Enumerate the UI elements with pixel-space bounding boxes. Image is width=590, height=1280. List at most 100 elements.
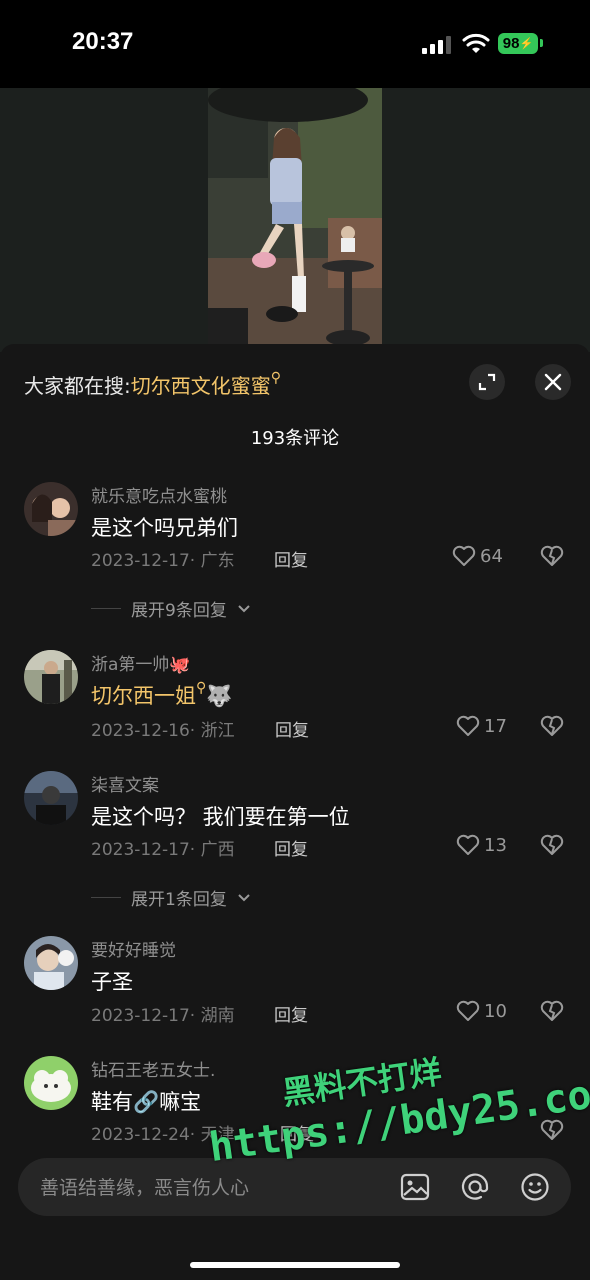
home-indicator[interactable] bbox=[190, 1262, 400, 1268]
octopus-emoji: 🐙 bbox=[169, 655, 191, 675]
smiley-icon bbox=[521, 1173, 549, 1201]
avatar[interactable] bbox=[24, 1056, 78, 1110]
comment-input[interactable] bbox=[38, 1158, 382, 1218]
battery-indicator: 98 ⚡ bbox=[498, 33, 538, 54]
comment-meta: 2023-12-16· 浙江 bbox=[91, 721, 235, 741]
like-button[interactable]: 64 bbox=[452, 545, 503, 567]
comment-text: 子圣 bbox=[91, 970, 133, 994]
comment-text: 鞋有🔗嘛宝 bbox=[91, 1090, 202, 1114]
comment-text: 是这个吗兄弟们 bbox=[91, 516, 238, 540]
at-sign-icon bbox=[461, 1173, 489, 1200]
comment-location: 湖南 bbox=[200, 1006, 235, 1026]
expand-icon bbox=[478, 373, 496, 391]
comment-text-keyword[interactable]: 切尔西一姐 bbox=[91, 684, 196, 708]
comment-date: 2023-12-16 bbox=[91, 721, 190, 741]
search-suggestion[interactable]: 大家都在搜:切尔西文化蜜蜜⚲ bbox=[24, 370, 281, 399]
avatar[interactable] bbox=[24, 482, 78, 536]
heart-icon bbox=[456, 715, 480, 736]
comment-date: 2023-12-17 bbox=[91, 1006, 190, 1026]
video-thumbnail[interactable] bbox=[208, 88, 382, 352]
expand-replies-button[interactable]: 展开9条回复 bbox=[91, 596, 251, 621]
comment-meta: 2023-12-17· 湖南 bbox=[91, 1006, 235, 1026]
cellular-signal-icon bbox=[422, 36, 451, 54]
comment-meta: 2023-12-17· 广东 bbox=[91, 551, 235, 571]
comment-item: 就乐意吃点水蜜桃 是这个吗兄弟们 2023-12-17· 广东 回复 64 展开… bbox=[0, 482, 590, 621]
comment-username-text: 浙a第一帅 bbox=[91, 655, 170, 675]
video-preview[interactable] bbox=[0, 88, 590, 352]
comment-text: 是这个吗？ 我们要在第一位 bbox=[91, 805, 350, 829]
dislike-button[interactable] bbox=[540, 1000, 564, 1026]
comment-meta: 2023-12-17· 广西 bbox=[91, 840, 235, 860]
expand-replies-button[interactable]: 展开1条回复 bbox=[91, 885, 251, 910]
comment-input-container[interactable] bbox=[18, 1158, 571, 1218]
search-icon: ⚲ bbox=[196, 680, 207, 696]
comment-location: 天津 bbox=[200, 1125, 235, 1144]
dislike-button[interactable] bbox=[540, 834, 564, 860]
battery-level: 98 bbox=[502, 35, 520, 52]
image-icon bbox=[400, 1173, 430, 1201]
comment-item: 浙a第一帅🐙 切尔西一姐⚲🐺 2023-12-16· 浙江 回复 17 bbox=[0, 650, 590, 741]
reply-button[interactable]: 回复 bbox=[274, 546, 308, 571]
battery-tip bbox=[540, 39, 543, 47]
dislike-button[interactable] bbox=[540, 545, 564, 571]
comment-username[interactable]: 就乐意吃点水蜜桃 bbox=[91, 482, 227, 507]
dislike-button[interactable] bbox=[540, 715, 564, 741]
reply-button[interactable]: 回复 bbox=[274, 835, 308, 860]
comment-count: 193条评论 bbox=[250, 428, 340, 449]
dislike-button[interactable] bbox=[540, 1119, 564, 1144]
heart-icon bbox=[456, 1000, 480, 1021]
comment-username[interactable]: 要好好睡觉 bbox=[91, 936, 176, 961]
avatar[interactable] bbox=[24, 650, 78, 704]
comment-text[interactable]: 切尔西一姐⚲🐺 bbox=[91, 680, 232, 710]
comment-item: 钻石王老五女士. 鞋有🔗嘛宝 2023-12-24· 天津 回复 bbox=[0, 1056, 590, 1144]
avatar[interactable] bbox=[24, 771, 78, 825]
broken-heart-icon bbox=[540, 715, 564, 736]
fullscreen-button[interactable] bbox=[469, 364, 505, 400]
comment-location: 广东 bbox=[200, 551, 235, 571]
emoji-button[interactable] bbox=[518, 1170, 552, 1204]
comment-item: 要好好睡觉 子圣 2023-12-17· 湖南 回复 10 bbox=[0, 936, 590, 1026]
broken-heart-icon bbox=[540, 834, 564, 855]
like-count: 13 bbox=[484, 834, 507, 856]
comment-input-bar bbox=[0, 1144, 590, 1280]
comment-date: 2023-12-17 bbox=[91, 840, 190, 860]
comment-meta: 2023-12-24· 天津 bbox=[91, 1125, 235, 1144]
comment-username[interactable]: 浙a第一帅🐙 bbox=[91, 650, 191, 675]
comment-date: 2023-12-17 bbox=[91, 551, 190, 571]
comment-username[interactable]: 柒喜文案 bbox=[91, 771, 159, 796]
search-suggestion-keyword[interactable]: 切尔西文化蜜蜜 bbox=[131, 374, 271, 398]
image-button[interactable] bbox=[398, 1170, 432, 1204]
wifi-icon bbox=[462, 33, 490, 53]
comment-item: 柒喜文案 是这个吗？ 我们要在第一位 2023-12-17· 广西 回复 13 … bbox=[0, 771, 590, 911]
like-count: 64 bbox=[480, 545, 503, 567]
like-button[interactable]: 17 bbox=[456, 715, 507, 737]
wolf-emoji: 🐺 bbox=[206, 684, 233, 708]
heart-icon bbox=[452, 545, 476, 566]
status-time: 20:37 bbox=[72, 28, 134, 55]
reply-button[interactable]: 回复 bbox=[274, 1001, 308, 1026]
broken-heart-icon bbox=[540, 1119, 564, 1140]
like-button[interactable]: 10 bbox=[456, 1000, 507, 1022]
expand-divider bbox=[91, 608, 121, 609]
expand-replies-label: 展开1条回复 bbox=[131, 890, 227, 910]
expand-divider bbox=[91, 897, 121, 898]
like-count: 17 bbox=[484, 715, 507, 737]
video-frame-image bbox=[208, 88, 382, 352]
comment-location: 浙江 bbox=[200, 721, 235, 741]
like-button[interactable]: 13 bbox=[456, 834, 507, 856]
broken-heart-icon bbox=[540, 1000, 564, 1021]
mention-button[interactable] bbox=[458, 1170, 492, 1204]
comment-date: 2023-12-24 bbox=[91, 1125, 190, 1144]
reply-button[interactable]: 回复 bbox=[275, 716, 309, 741]
chevron-down-icon bbox=[238, 604, 250, 612]
comment-location: 广西 bbox=[200, 840, 235, 860]
close-button[interactable] bbox=[535, 364, 571, 400]
status-bar: 20:37 98 ⚡ bbox=[0, 0, 590, 88]
avatar[interactable] bbox=[24, 936, 78, 990]
expand-replies-label: 展开9条回复 bbox=[131, 601, 227, 621]
close-icon bbox=[544, 373, 562, 391]
comment-username[interactable]: 钻石王老五女士. bbox=[91, 1056, 215, 1081]
like-count: 10 bbox=[484, 1000, 507, 1022]
search-suggestion-prefix: 大家都在搜: bbox=[24, 374, 131, 398]
reply-button[interactable]: 回复 bbox=[280, 1120, 314, 1144]
